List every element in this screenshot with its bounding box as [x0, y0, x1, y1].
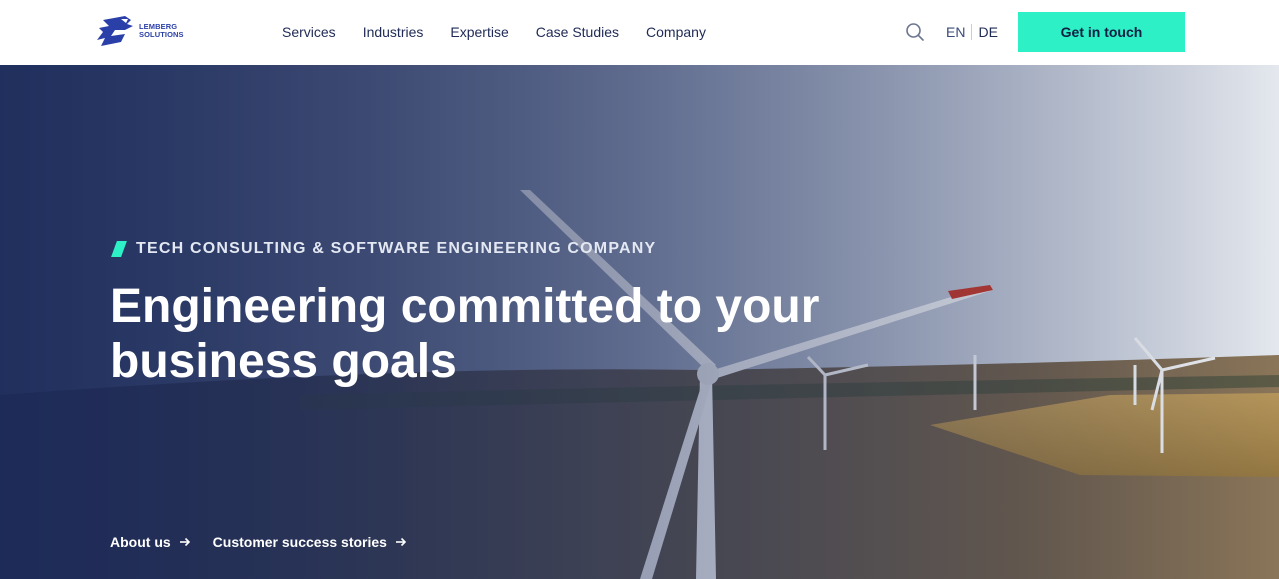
hero-section: TECH CONSULTING & SOFTWARE ENGINEERING C… — [0, 65, 1279, 579]
lang-divider — [971, 24, 973, 40]
hero-headline: Engineering committed to your business g… — [110, 279, 870, 389]
search-icon[interactable] — [905, 22, 925, 42]
customer-success-stories-link[interactable]: Customer success stories — [213, 534, 407, 550]
headline-line-1: Engineering committed to your — [110, 280, 820, 333]
logo[interactable]: LEMBERG SOLUTIONS — [95, 14, 195, 50]
eyebrow-text: TECH CONSULTING & SOFTWARE ENGINEERING C… — [136, 240, 657, 257]
about-us-link[interactable]: About us — [110, 534, 191, 550]
about-us-label: About us — [110, 534, 171, 550]
lang-de[interactable]: DE — [978, 22, 997, 42]
nav-services[interactable]: Services — [282, 22, 336, 42]
logo-line-2: SOLUTIONS — [139, 30, 184, 39]
headline-line-2: business goals — [110, 335, 457, 388]
arrow-right-icon — [395, 537, 407, 547]
lion-logo-icon — [97, 16, 133, 46]
hero-eyebrow: TECH CONSULTING & SOFTWARE ENGINEERING C… — [110, 240, 656, 258]
logo-text: LEMBERG SOLUTIONS — [139, 23, 184, 39]
customer-success-stories-label: Customer success stories — [212, 534, 387, 550]
lang-en[interactable]: EN — [946, 22, 965, 42]
nav-case-studies[interactable]: Case Studies — [536, 22, 619, 42]
arrow-right-icon — [179, 537, 190, 547]
main-nav: Services Industries Expertise Case Studi… — [282, 22, 733, 42]
site-header: LEMBERG SOLUTIONS Services Industries Ex… — [0, 0, 1279, 65]
nav-industries[interactable]: Industries — [363, 22, 424, 42]
nav-company[interactable]: Company — [646, 22, 706, 42]
get-in-touch-button[interactable]: Get in touch — [1018, 12, 1185, 52]
nav-expertise[interactable]: Expertise — [450, 22, 508, 42]
language-switcher: EN DE — [946, 22, 998, 42]
accent-slash-icon — [111, 241, 127, 257]
hero-links: About us Customer success stories — [110, 534, 429, 550]
